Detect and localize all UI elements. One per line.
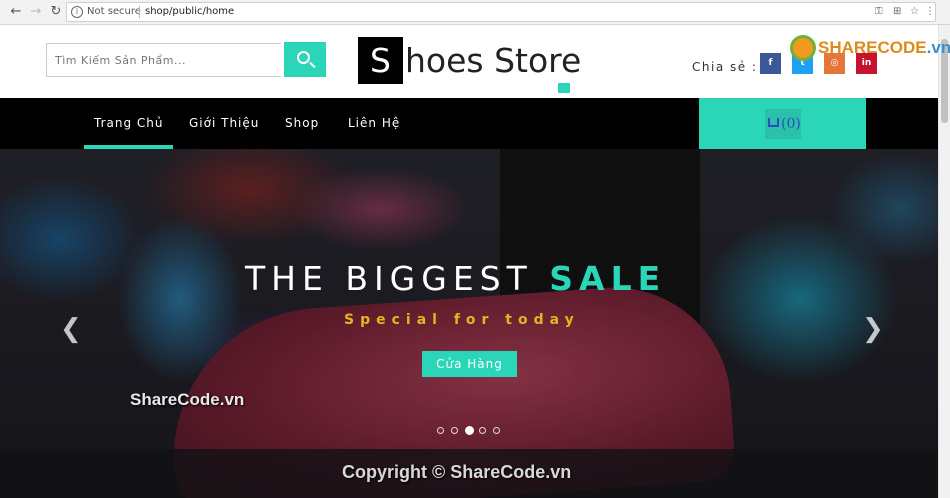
star-icon[interactable]: ☆ <box>910 3 919 21</box>
sharecode-logo-icon <box>790 35 816 61</box>
browser-toolbar: ← → ↻ i Not secure shop/public/home ⚿ ⊞ … <box>0 0 950 25</box>
facebook-icon[interactable]: f <box>760 53 781 74</box>
watermark-bottom: Copyright © ShareCode.vn <box>342 462 572 482</box>
hero-subtitle: Special for today <box>344 312 580 328</box>
search-input[interactable] <box>46 43 281 77</box>
menu-item-about[interactable]: Giới Thiệu <box>189 98 259 149</box>
search-button[interactable] <box>284 42 326 77</box>
menu-item-shop[interactable]: Shop <box>285 98 319 149</box>
slide-dot[interactable] <box>493 427 500 434</box>
hero-title: THE BIGGEST SALE <box>245 259 666 298</box>
cart-button[interactable]: (0) <box>765 109 801 139</box>
slide-dot-active[interactable] <box>465 426 474 435</box>
url-text[interactable]: shop/public/home <box>145 3 234 21</box>
address-bar[interactable]: i Not secure shop/public/home ⚿ ⊞ ☆ ⋮ <box>66 2 936 22</box>
prev-slide-icon[interactable]: ❮ <box>60 314 82 344</box>
sharecode-logo: SHARECODE.vn <box>790 35 950 63</box>
sharecode-brand-right: CODE <box>877 38 927 57</box>
site-header: S hoes Store Chia sẻ : f t ◎ in SHARECOD… <box>0 25 950 98</box>
cart-area: (0) <box>699 98 866 149</box>
hero-slider: THE BIGGEST SALE Special for today Cửa H… <box>0 149 938 498</box>
page-scrollbar[interactable] <box>938 25 950 498</box>
menu-icon[interactable]: ⋮ <box>925 3 935 21</box>
next-slide-icon[interactable]: ❯ <box>862 314 884 344</box>
back-icon[interactable]: ← <box>8 4 24 20</box>
hero-title-main: THE BIGGEST <box>245 259 550 298</box>
share-label: Chia sẻ : <box>692 60 758 74</box>
watermark-left: ShareCode.vn <box>130 390 245 409</box>
info-icon[interactable]: i <box>71 6 83 18</box>
search-icon <box>297 51 310 64</box>
menu-item-contact[interactable]: Liên Hệ <box>348 98 400 149</box>
cart-count: (0) <box>781 116 801 132</box>
reload-icon[interactable]: ↻ <box>48 4 64 20</box>
security-label: Not secure <box>87 6 141 17</box>
slide-dot[interactable] <box>437 427 444 434</box>
menu-item-home[interactable]: Trang Chủ <box>83 98 175 149</box>
forward-icon[interactable]: → <box>28 4 44 20</box>
sharecode-brand-left: SHARE <box>818 38 878 57</box>
slide-dot[interactable] <box>479 427 486 434</box>
logo-letter[interactable]: S <box>358 37 403 84</box>
hero-title-accent: SALE <box>549 259 667 298</box>
slide-dot[interactable] <box>451 427 458 434</box>
shopping-bag-icon <box>558 83 570 93</box>
cart-icon <box>768 118 779 127</box>
key-icon[interactable]: ⚿ <box>875 3 883 21</box>
logo-text[interactable]: hoes Store <box>405 37 581 84</box>
translate-icon[interactable]: ⊞ <box>893 3 901 21</box>
sharecode-brand-suffix: .vn <box>926 38 950 57</box>
address-separator <box>139 6 140 18</box>
shop-button[interactable]: Cửa Hàng <box>422 351 517 377</box>
